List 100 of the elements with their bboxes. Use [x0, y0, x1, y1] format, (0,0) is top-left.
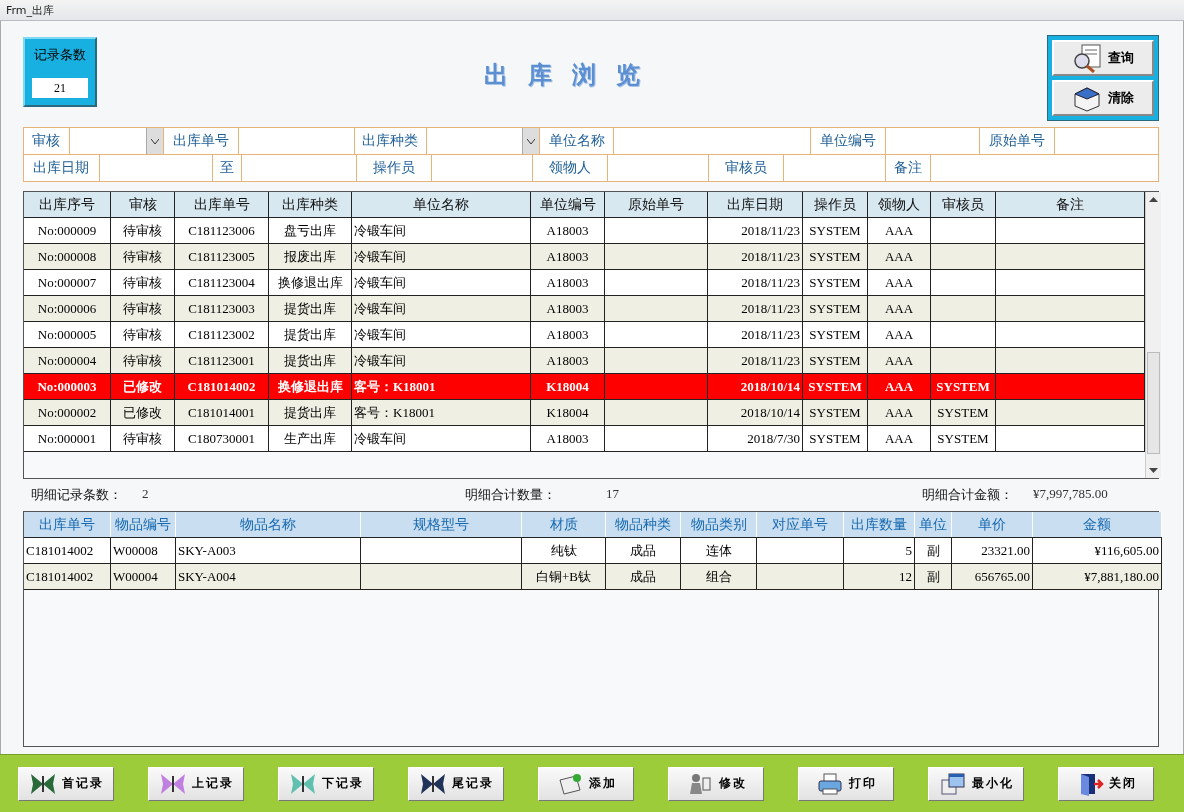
table-cell: 待审核 — [123, 247, 162, 266]
table-cell: No:000001 — [37, 430, 97, 447]
table-row[interactable]: No:000009 待审核 C181123006 盘亏出库 冷锻车间 A18003 2018/11/23 SYSTEM AAA — [24, 218, 1145, 244]
column-header[interactable]: 对应单号 — [757, 512, 844, 537]
column-header[interactable]: 物品种类 — [606, 512, 681, 537]
table-cell: C181123004 — [188, 274, 255, 291]
record-count-value: 21 — [32, 78, 88, 98]
table-row[interactable]: No:000003 已修改 C181014002 换修退出库 客号：K18001 K18004 2018/10/14 SYSTEM AAA SYSTEM — [24, 374, 1145, 400]
table-cell: 冷锻车间 — [354, 247, 406, 266]
window-title: Frm_出库 — [6, 2, 55, 18]
table-row[interactable]: No:000006 待审核 C181123003 提货出库 冷锻车间 A18003 2018/11/23 SYSTEM AAA — [24, 296, 1145, 322]
table-cell: C181014002 — [187, 378, 256, 395]
table-cell: C181123005 — [188, 248, 255, 265]
table-cell: SYSTEM — [808, 378, 862, 395]
column-header[interactable]: 出库序号 — [24, 192, 111, 217]
column-header[interactable]: 领物人 — [868, 192, 931, 217]
scrollbar[interactable] — [1145, 192, 1161, 478]
table-cell: 待审核 — [123, 221, 162, 240]
table-cell: SYSTEM — [809, 274, 861, 291]
table-cell: SYSTEM — [809, 222, 861, 239]
table-cell: A18003 — [546, 430, 589, 447]
column-header[interactable]: 操作员 — [803, 192, 868, 217]
table-cell: 23321.00 — [981, 542, 1030, 559]
toolbar-button[interactable]: 尾记录 — [408, 766, 504, 801]
table-row[interactable]: No:000004 待审核 C181123001 提货出库 冷锻车间 A18003 2018/11/23 SYSTEM AAA — [24, 348, 1145, 374]
clear-button[interactable]: 清除 — [1052, 80, 1154, 116]
column-header[interactable]: 物品名称 — [176, 512, 361, 537]
toolbar-button[interactable]: 上记录 — [148, 766, 244, 801]
table-cell: 656765.00 — [974, 568, 1030, 585]
column-header[interactable]: 出库单号 — [175, 192, 269, 217]
column-header[interactable]: 物品类别 — [681, 512, 757, 537]
table-cell: 2018/11/23 — [741, 352, 800, 369]
table-cell: C181123001 — [188, 352, 255, 369]
table-row[interactable]: No:000005 待审核 C181123002 提货出库 冷锻车间 A18003 2018/11/23 SYSTEM AAA — [24, 322, 1145, 348]
butterfly-icon — [418, 771, 447, 796]
column-header[interactable]: 出库单号 — [24, 512, 111, 537]
table-cell: C181123002 — [188, 326, 255, 343]
column-header[interactable]: 单位 — [915, 512, 952, 537]
table-cell: 盘亏出库 — [284, 221, 336, 240]
table-cell: 待审核 — [123, 325, 162, 344]
column-header[interactable]: 出库种类 — [269, 192, 352, 217]
column-header[interactable]: 规格型号 — [361, 512, 522, 537]
table-cell: 成品 — [630, 567, 656, 586]
table-cell: SYSTEM — [809, 326, 861, 343]
table-cell: SYSTEM — [809, 300, 861, 317]
table-row[interactable]: No:000001 待审核 C180730001 生产出库 冷锻车间 A18003 2018/7/30 SYSTEM AAA SYSTEM — [24, 426, 1145, 452]
column-header[interactable]: 物品编号 — [111, 512, 176, 537]
table-cell: 组合 — [705, 567, 732, 586]
table-cell: 副 — [926, 567, 940, 586]
search-icon — [1072, 43, 1102, 73]
column-header[interactable]: 单位名称 — [352, 192, 531, 217]
table-cell: 待审核 — [123, 429, 162, 448]
column-header[interactable]: 材质 — [522, 512, 606, 537]
table-cell: 已修改 — [123, 403, 162, 422]
column-header[interactable]: 单价 — [952, 512, 1033, 537]
table-cell: A18003 — [546, 248, 589, 265]
table-cell: 2018/10/14 — [740, 378, 800, 395]
table-cell: A18003 — [546, 222, 589, 239]
table-cell: No:000004 — [37, 352, 97, 369]
table-cell: 12 — [899, 568, 912, 585]
table-cell: C181014002 — [26, 542, 94, 559]
table-cell: K18004 — [546, 404, 589, 421]
table-cell: No:000006 — [37, 300, 97, 317]
column-header[interactable]: 单位编号 — [531, 192, 605, 217]
table-cell: W00008 — [113, 542, 158, 559]
column-header[interactable]: 审核 — [111, 192, 175, 217]
table-cell: No:000003 — [37, 378, 97, 395]
toolbar-button[interactable]: 下记录 — [278, 766, 374, 801]
table-cell: 连体 — [705, 541, 732, 560]
table-row[interactable]: No:000002 已修改 C181014001 提货出库 客号：K18001 K18004 2018/10/14 SYSTEM AAA SYSTEM — [24, 400, 1145, 426]
column-header[interactable]: 出库日期 — [708, 192, 803, 217]
table-cell: AAA — [884, 300, 914, 317]
column-header[interactable]: 出库数量 — [844, 512, 915, 537]
toolbar-button[interactable]: 首记录 — [18, 766, 114, 801]
table-cell: SYSTEM — [936, 378, 990, 395]
table-row[interactable]: No:000007 待审核 C181123004 换修退出库 冷锻车间 A18003 2018/11/23 SYSTEM AAA — [24, 270, 1145, 296]
query-button[interactable]: 查询 — [1052, 40, 1154, 76]
table-cell: 换修退出库 — [277, 273, 343, 292]
table-cell: 冷锻车间 — [354, 325, 406, 344]
table-cell: 2018/11/23 — [741, 248, 800, 265]
summary-label: 明细合计数量： — [465, 486, 556, 504]
butterfly-icon — [158, 771, 187, 796]
table-cell: W00004 — [113, 568, 158, 585]
toolbar-button[interactable]: 添加 — [538, 766, 634, 801]
summary-value: 17 — [606, 486, 619, 503]
table-cell: 待审核 — [123, 299, 162, 318]
column-header[interactable]: 审核员 — [931, 192, 996, 217]
column-header[interactable]: 原始单号 — [605, 192, 708, 217]
toolbar-button[interactable]: 关闭 — [1058, 766, 1154, 801]
table-cell: AAA — [884, 248, 914, 265]
toolbar-button[interactable]: 最小化 — [928, 766, 1024, 801]
column-header[interactable]: 金额 — [1033, 512, 1162, 537]
toolbar-button[interactable]: 修改 — [668, 766, 764, 801]
toolbar-button[interactable]: 打印 — [798, 766, 894, 801]
table-cell: No:000009 — [37, 222, 97, 239]
printer-icon — [815, 771, 844, 796]
table-cell: 冷锻车间 — [354, 299, 406, 318]
table-cell: SYSTEM — [809, 352, 861, 369]
table-row[interactable]: No:000008 待审核 C181123005 报废出库 冷锻车间 A18003 2018/11/23 SYSTEM AAA — [24, 244, 1145, 270]
butterfly-icon — [288, 771, 317, 796]
